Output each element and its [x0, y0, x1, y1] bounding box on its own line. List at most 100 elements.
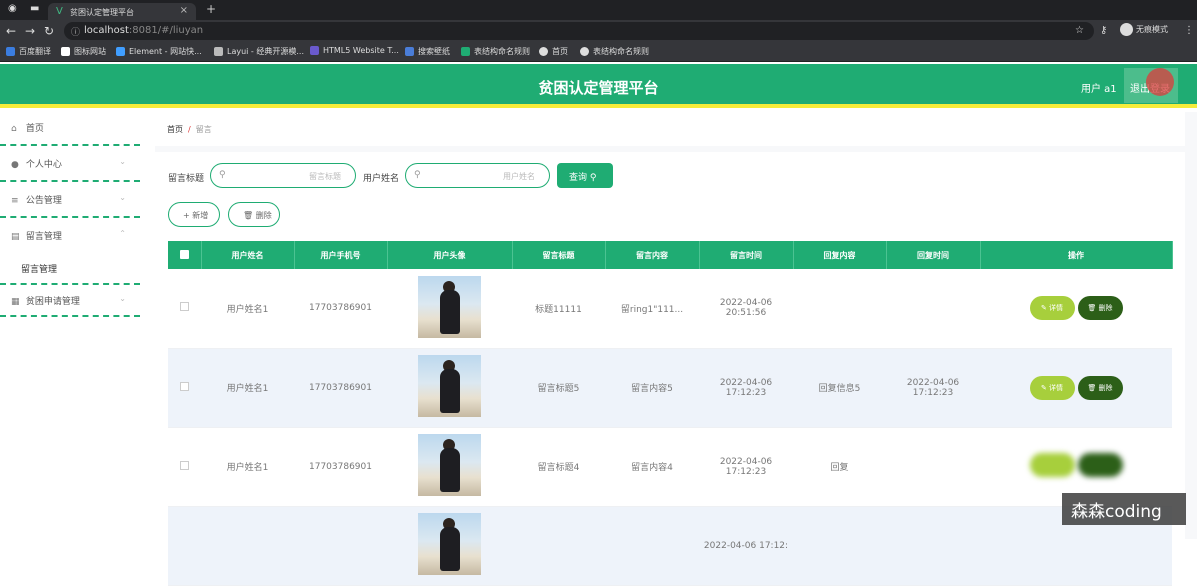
- bookmark-label: 百度翻译: [19, 47, 51, 56]
- back-icon[interactable]: ←: [6, 24, 16, 38]
- url-host: localhost: [84, 25, 129, 36]
- url-path: :8081/#/liuyan: [128, 25, 204, 36]
- bookmark-item[interactable]: 图标网站: [61, 46, 106, 57]
- sidebar-item-poverty[interactable]: ▦ 贫困申请管理 ⌄: [0, 283, 140, 317]
- close-tab-icon[interactable]: ×: [180, 5, 188, 16]
- table-row: 用户姓名1 17703786901 留言标题4 留言内容4 2022-04-06…: [168, 427, 1172, 507]
- bookmark-item[interactable]: Element - 网站快...: [116, 46, 202, 57]
- forward-icon[interactable]: →: [25, 24, 35, 38]
- cell-title: 标题11111: [512, 269, 605, 349]
- tab-search-icon[interactable]: ▬: [30, 3, 39, 14]
- delete-button[interactable]: 🗑 删除: [1077, 296, 1123, 321]
- select-all-checkbox[interactable]: [168, 241, 202, 269]
- sidebar-item-label: 公告管理: [25, 196, 62, 206]
- cell-phone: 17703786901: [294, 269, 387, 349]
- column-header[interactable]: 用户姓名: [201, 241, 295, 269]
- add-button[interactable]: + 新增: [168, 202, 220, 227]
- table-row: 2022-04-06 17:12:: [168, 506, 1172, 586]
- delete-button[interactable]: [1077, 453, 1123, 477]
- column-header[interactable]: 留言内容: [605, 241, 700, 269]
- new-tab-icon[interactable]: +: [206, 2, 216, 16]
- bookmark-item[interactable]: 表结构命名规则: [580, 46, 649, 57]
- detail-button[interactable]: ✎ 详情: [1029, 375, 1075, 400]
- breadcrumb-home[interactable]: 首页: [167, 125, 183, 134]
- sidebar-item-personal[interactable]: ● 个人中心 ⌄: [0, 148, 140, 182]
- detail-button[interactable]: [1029, 453, 1075, 477]
- row-checkbox[interactable]: [168, 269, 201, 349]
- browser-menu-icon[interactable]: ◉: [8, 3, 17, 14]
- avatar[interactable]: [418, 434, 481, 496]
- avatar-figure: [440, 289, 460, 334]
- cell-reply: [793, 506, 886, 586]
- incognito-avatar-icon: [1120, 23, 1133, 36]
- avatar[interactable]: [418, 275, 481, 338]
- key-icon[interactable]: ⚷: [1100, 25, 1107, 36]
- cell-phone: 17703786901: [294, 348, 387, 428]
- title-search-input[interactable]: ⚲ 留言标题: [210, 163, 356, 188]
- bookmark-label: 表结构命名规则: [474, 47, 530, 56]
- reload-icon[interactable]: ↻: [44, 24, 54, 38]
- search-icon: ⚲: [414, 170, 421, 180]
- bookmark-icon: [6, 47, 15, 56]
- mouse-cursor-highlight: [1146, 68, 1174, 96]
- column-header[interactable]: 留言时间: [699, 241, 794, 269]
- column-header[interactable]: 回复时间: [886, 241, 981, 269]
- row-checkbox[interactable]: [168, 427, 201, 507]
- column-header[interactable]: 回复内容: [793, 241, 887, 269]
- detail-button[interactable]: ✎ 详情: [1029, 296, 1075, 321]
- incognito-profile[interactable]: 无痕模式: [1120, 23, 1168, 36]
- batch-delete-label: 删除: [255, 211, 272, 220]
- element-logo-icon: [116, 47, 125, 56]
- sidebar-item-notice[interactable]: ≡ 公告管理 ⌄: [0, 184, 140, 218]
- bookmark-item[interactable]: HTML5 Website T...: [310, 46, 399, 55]
- sidebar-item-home[interactable]: ⌂ 首页: [0, 112, 140, 146]
- browser-menu-dots-icon[interactable]: ⋮: [1184, 25, 1194, 36]
- bookmark-item[interactable]: 百度翻译: [6, 46, 51, 57]
- url-input[interactable]: ⓘ localhost:8081/#/liuyan: [64, 22, 1094, 40]
- person-icon: ●: [11, 160, 19, 170]
- main-area: 首页 / 留言 留言标题 ⚲ 留言标题 用户姓名 ⚲ 用户姓名 查询 ⚲ + 新增 …: [155, 112, 1197, 586]
- trash-icon: 🗑: [1087, 304, 1097, 313]
- browser-tab[interactable]: V 贫困认定管理平台 ×: [48, 3, 196, 20]
- search-icon: ⚲: [219, 170, 226, 180]
- current-user: 用户 a1: [1081, 84, 1117, 95]
- bookmark-item[interactable]: 表结构命名规则: [461, 46, 530, 57]
- column-header[interactable]: 用户手机号: [294, 241, 388, 269]
- cell-content: 留言内容4: [605, 427, 699, 507]
- row-checkbox[interactable]: [168, 506, 201, 586]
- avatar[interactable]: [418, 355, 481, 417]
- query-button[interactable]: 查询 ⚲: [557, 163, 613, 188]
- breadcrumb-current: 留言: [195, 125, 212, 134]
- cell-time: 2022-04-06 17:12:23: [699, 348, 793, 428]
- address-bar-row: ← → ↻ ⓘ localhost:8081/#/liuyan ☆ ⚷ 无痕模式…: [0, 20, 1197, 42]
- cell-reply: 回复信息5: [793, 348, 886, 428]
- sidebar-item-message[interactable]: ▤ 留言管理 ⌃: [0, 220, 140, 254]
- bookmark-item[interactable]: 首页: [539, 46, 568, 57]
- info-icon: ⓘ: [71, 28, 81, 38]
- sidebar-subitem-message-manage[interactable]: 留言管理: [21, 262, 57, 275]
- list-icon: ≡: [11, 196, 19, 206]
- chevron-down-icon: ⌄: [119, 294, 126, 303]
- cell-reply: 回复: [793, 427, 886, 507]
- globe-icon: [539, 47, 548, 56]
- cell-reply-time: [886, 427, 980, 507]
- bookmark-item[interactable]: 搜索壁纸: [405, 46, 450, 57]
- sidebar-item-label: 留言管理: [25, 232, 62, 242]
- bookmark-star-icon[interactable]: ☆: [1075, 25, 1084, 36]
- bookmark-icon: [461, 47, 470, 56]
- name-search-label: 用户姓名: [363, 174, 400, 184]
- edit-icon: ✎: [1040, 304, 1047, 313]
- query-button-label: 查询: [569, 173, 588, 183]
- detail-label: 详情: [1049, 304, 1064, 313]
- column-header[interactable]: 留言标题: [512, 241, 606, 269]
- cell-phone: [294, 506, 387, 586]
- cell-phone: 17703786901: [294, 427, 387, 507]
- batch-delete-button[interactable]: 🗑 删除: [228, 202, 280, 227]
- name-search-input[interactable]: ⚲ 用户姓名: [405, 163, 550, 188]
- cell-time: 2022-04-06 20:51:56: [699, 269, 793, 349]
- row-checkbox[interactable]: [168, 348, 201, 428]
- bookmark-item[interactable]: Layui - 经典开源模...: [214, 46, 304, 57]
- delete-button[interactable]: 🗑 删除: [1077, 375, 1123, 400]
- avatar[interactable]: [418, 513, 481, 575]
- title-search-label: 留言标题: [168, 174, 205, 184]
